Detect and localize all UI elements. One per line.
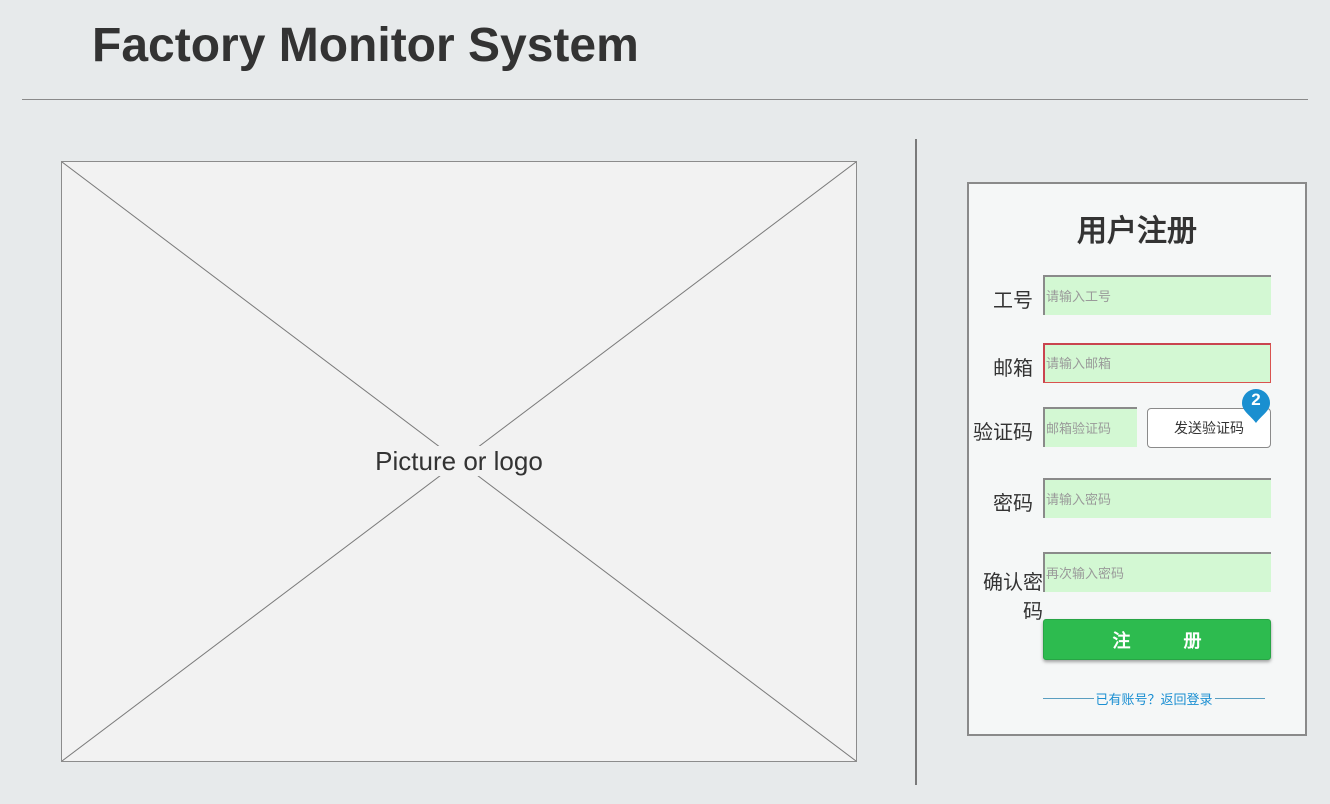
email-label: 邮箱 — [993, 358, 1033, 380]
email-input[interactable] — [1043, 343, 1271, 383]
badge-marker: 2 — [1241, 388, 1271, 424]
vertical-divider — [915, 139, 917, 785]
code-label: 验证码 — [973, 422, 1033, 444]
login-link-rule-left — [1043, 697, 1094, 699]
placeholder-label: Picture or logo — [369, 446, 549, 476]
employee-id-input[interactable] — [1043, 275, 1271, 315]
login-link-row: 已有账号？返回登录 — [1043, 689, 1266, 708]
code-input[interactable] — [1043, 407, 1137, 447]
password-input[interactable] — [1043, 478, 1271, 518]
register-title: 用户注册 — [1077, 215, 1197, 248]
password-label: 密码 — [993, 493, 1033, 515]
header-divider — [22, 99, 1308, 100]
employee-id-label: 工号 — [993, 290, 1033, 312]
back-to-login-link[interactable]: 已有账号？返回登录 — [1094, 689, 1215, 708]
confirm-password-input[interactable] — [1043, 552, 1271, 592]
app-title: Factory Monitor System — [92, 19, 639, 72]
picture-placeholder: Picture or logo — [61, 161, 857, 762]
login-link-rule-right — [1214, 697, 1266, 699]
register-panel: 用户注册 工号 邮箱 验证码 发送验证码 2 密码 确认密码 注 册 已有账号？… — [967, 182, 1307, 736]
badge-count: 2 — [1251, 390, 1261, 409]
confirm-password-label: 确认密码 — [983, 572, 1043, 623]
register-submit-button[interactable]: 注 册 — [1043, 619, 1271, 660]
